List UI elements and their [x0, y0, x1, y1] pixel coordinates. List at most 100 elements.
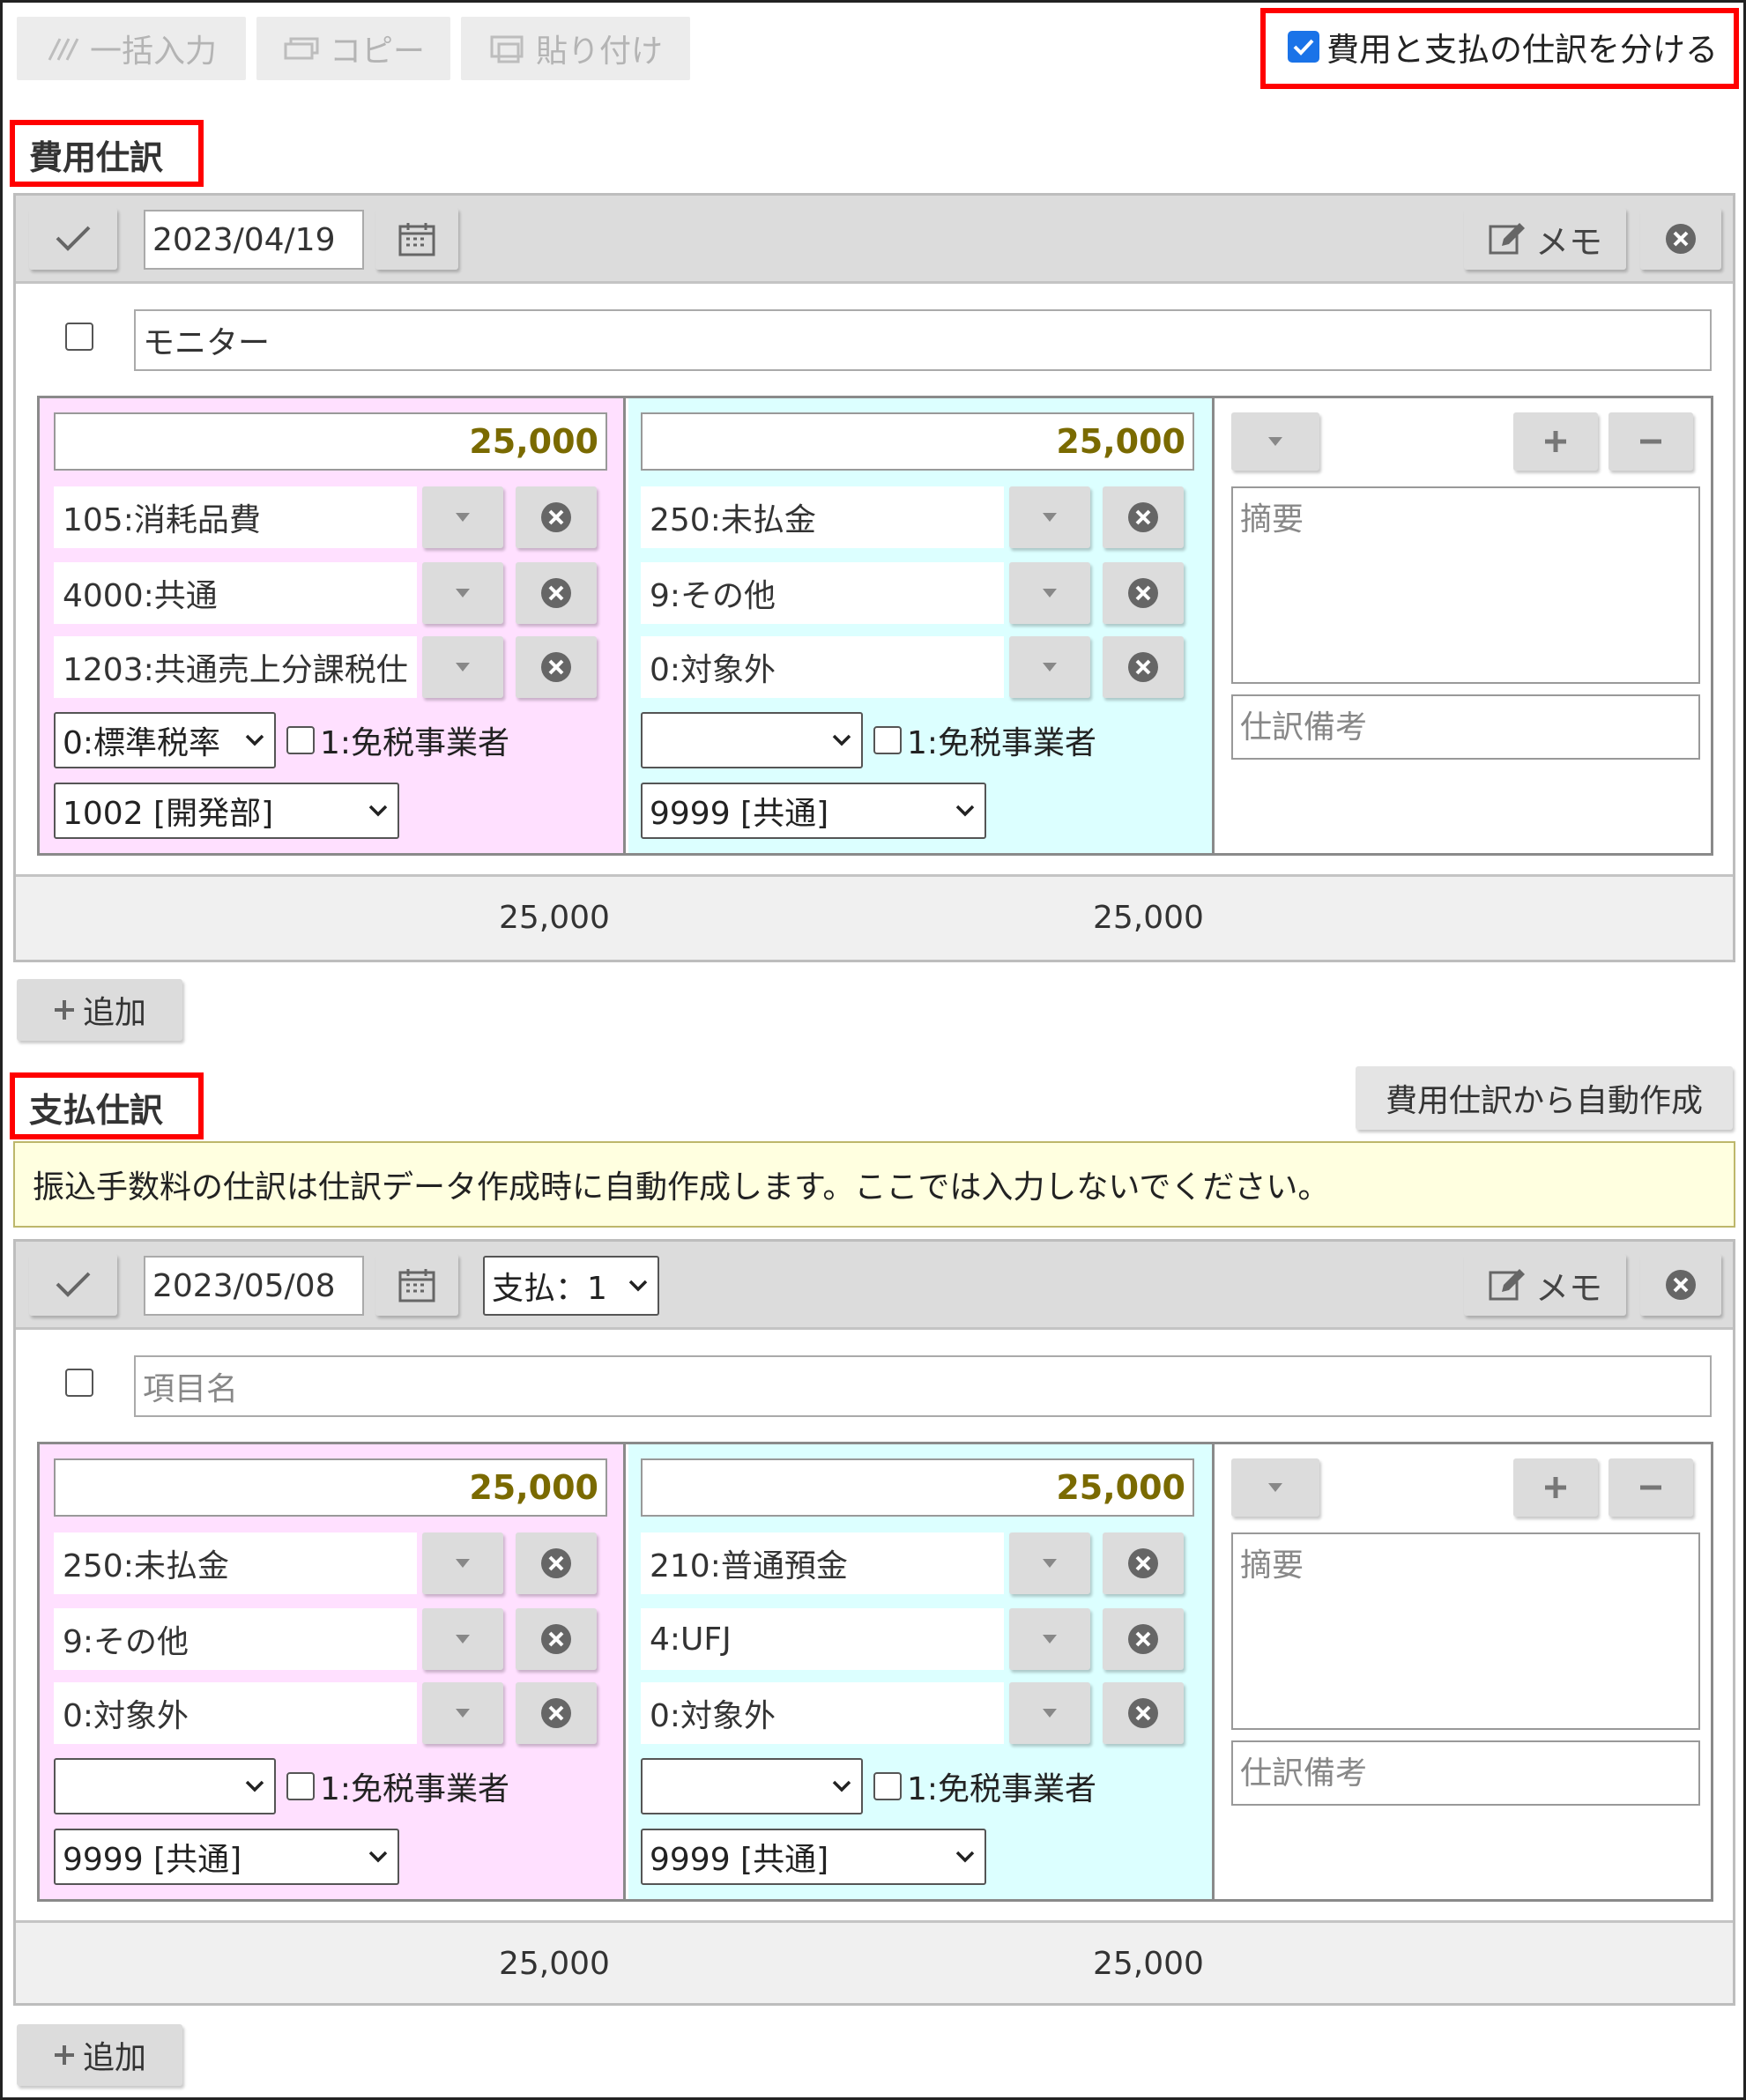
debit-tax-clear[interactable] [516, 1682, 597, 1744]
debit-tax-rate-select[interactable] [54, 1758, 276, 1814]
bulk-input-label: 一括入力 [89, 33, 217, 70]
bulk-input-button[interactable]: 一括入力 [17, 17, 246, 80]
remove-line-button[interactable] [1609, 1458, 1693, 1517]
credit-tax-dropdown[interactable] [1009, 636, 1090, 698]
delete-entry-button[interactable] [1640, 208, 1721, 270]
debit-account-dropdown[interactable] [422, 486, 503, 548]
close-circle-icon [541, 1624, 571, 1654]
debit-account-field[interactable]: 250:未払金 [54, 1532, 417, 1594]
auto-create-button[interactable]: 費用仕訳から自動作成 [1356, 1066, 1733, 1130]
delete-entry-button[interactable] [1640, 1254, 1721, 1316]
memo-button[interactable]: メモ [1464, 1254, 1626, 1316]
credit-tax-exempt[interactable]: 1:免税事業者 [873, 712, 1096, 768]
remove-line-button[interactable] [1609, 412, 1693, 471]
summary-dropdown[interactable] [1231, 412, 1319, 471]
add-line-button[interactable] [1513, 412, 1598, 471]
debit-account-clear[interactable] [516, 1532, 597, 1594]
debit-tax-dropdown[interactable] [422, 636, 503, 698]
credit-tax-rate-select[interactable] [641, 712, 863, 768]
debit-account-field[interactable]: 105:消耗品費 [54, 486, 417, 548]
item-name-input[interactable]: 項目名 [134, 1355, 1712, 1417]
date-input[interactable]: 2023/05/08 [144, 1256, 364, 1316]
credit-tax-exempt-checkbox[interactable] [873, 1772, 902, 1800]
dropdown-icon [1043, 513, 1057, 522]
expense-entry-card: 2023/04/19 メモ モニター 25,000 105:消耗品費 4000: [13, 193, 1735, 962]
credit-amount-input[interactable]: 25,000 [641, 412, 1194, 471]
credit-tax-dropdown[interactable] [1009, 1682, 1090, 1744]
dropdown-icon [1043, 663, 1057, 672]
debit-tax-exempt[interactable]: 1:免税事業者 [286, 1758, 509, 1814]
credit-sub-dropdown[interactable] [1009, 562, 1090, 624]
debit-sub-clear[interactable] [516, 1608, 597, 1670]
check-icon [1293, 39, 1314, 56]
credit-sub-clear[interactable] [1103, 562, 1184, 624]
copy-button[interactable]: コピー [256, 17, 450, 80]
credit-tax-exempt[interactable]: 1:免税事業者 [873, 1758, 1096, 1814]
credit-dept-select[interactable]: 9999 [共通] [641, 783, 986, 839]
payment-add-button[interactable]: 追加 [17, 2024, 182, 2086]
debit-tax-exempt-checkbox[interactable] [286, 726, 315, 754]
credit-dept-select[interactable]: 9999 [共通] [641, 1829, 986, 1885]
paste-icon [490, 35, 524, 63]
credit-tax-field[interactable]: 0:対象外 [641, 636, 1004, 698]
credit-sub-clear[interactable] [1103, 1608, 1184, 1670]
debit-tax-clear[interactable] [516, 636, 597, 698]
add-line-button[interactable] [1513, 1458, 1598, 1517]
debit-account-clear[interactable] [516, 486, 597, 548]
credit-amount-input[interactable]: 25,000 [641, 1458, 1194, 1517]
debit-dept-select[interactable]: 1002 [開発部] [54, 783, 399, 839]
credit-sub-field[interactable]: 9:その他 [641, 562, 1004, 624]
summary-textarea[interactable]: 摘要 [1231, 486, 1700, 684]
credit-account-clear[interactable] [1103, 486, 1184, 548]
expense-add-button[interactable]: 追加 [17, 979, 182, 1041]
debit-sub-field[interactable]: 4000:共通 [54, 562, 417, 624]
credit-account-dropdown[interactable] [1009, 1532, 1090, 1594]
debit-sub-clear[interactable] [516, 562, 597, 624]
credit-tax-exempt-checkbox[interactable] [873, 726, 902, 754]
credit-account-clear[interactable] [1103, 1532, 1184, 1594]
summary-textarea[interactable]: 摘要 [1231, 1532, 1700, 1730]
debit-tax-field[interactable]: 0:対象外 [54, 1682, 417, 1744]
debit-tax-exempt[interactable]: 1:免税事業者 [286, 712, 509, 768]
debit-tax-field[interactable]: 1203:共通売上分課税仕 [54, 636, 417, 698]
credit-tax-clear[interactable] [1103, 1682, 1184, 1744]
debit-account-dropdown[interactable] [422, 1532, 503, 1594]
debit-sub-dropdown[interactable] [422, 1608, 503, 1670]
paste-button[interactable]: 貼り付け [461, 17, 690, 80]
credit-account-dropdown[interactable] [1009, 486, 1090, 548]
debit-dept-select[interactable]: 9999 [共通] [54, 1829, 399, 1885]
credit-tax-clear[interactable] [1103, 636, 1184, 698]
remark-textarea[interactable]: 仕訳備考 [1231, 1740, 1700, 1806]
summary-panel: 摘要 仕訳備考 [1217, 398, 1711, 853]
payment-entry-header: 2023/05/08 支払：1 メモ [16, 1242, 1733, 1330]
dropdown-icon [1268, 437, 1282, 446]
debit-amount-input[interactable]: 25,000 [54, 412, 607, 471]
summary-dropdown[interactable] [1231, 1458, 1319, 1517]
payment-number-select[interactable]: 支払：1 [483, 1256, 659, 1316]
debit-sub-dropdown[interactable] [422, 562, 503, 624]
item-name-input[interactable]: モニター [134, 309, 1712, 371]
item-checkbox[interactable] [65, 1369, 93, 1397]
split-checkbox[interactable] [1288, 31, 1319, 63]
calendar-button[interactable] [375, 208, 458, 270]
debit-tax-exempt-checkbox[interactable] [286, 1772, 315, 1800]
debit-sub-field[interactable]: 9:その他 [54, 1608, 417, 1670]
close-circle-icon [1128, 652, 1158, 682]
credit-account-field[interactable]: 210:普通預金 [641, 1532, 1004, 1594]
debit-tax-rate-select[interactable]: 0:標準税率 [54, 712, 276, 768]
credit-account-field[interactable]: 250:未払金 [641, 486, 1004, 548]
date-input[interactable]: 2023/04/19 [144, 210, 364, 270]
confirm-button[interactable] [29, 208, 117, 270]
credit-sub-field[interactable]: 4:UFJ [641, 1608, 1004, 1670]
credit-sub-dropdown[interactable] [1009, 1608, 1090, 1670]
calendar-button[interactable] [375, 1254, 458, 1316]
credit-tax-field[interactable]: 0:対象外 [641, 1682, 1004, 1744]
chevron-down-icon [955, 805, 975, 817]
confirm-button[interactable] [29, 1254, 117, 1316]
remark-textarea[interactable]: 仕訳備考 [1231, 694, 1700, 760]
debit-tax-dropdown[interactable] [422, 1682, 503, 1744]
item-checkbox[interactable] [65, 323, 93, 351]
debit-amount-input[interactable]: 25,000 [54, 1458, 607, 1517]
memo-button[interactable]: メモ [1464, 208, 1626, 270]
credit-tax-rate-select[interactable] [641, 1758, 863, 1814]
